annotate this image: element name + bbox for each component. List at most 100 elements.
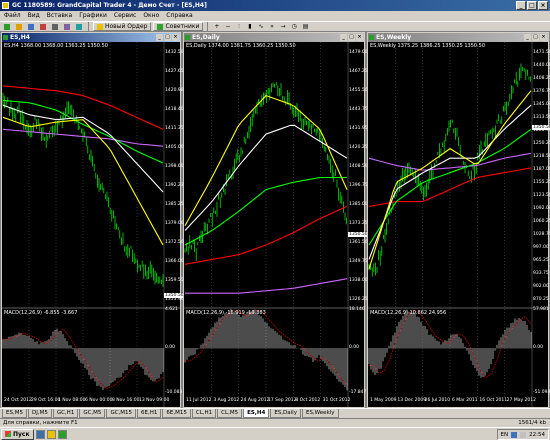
price-axis-label: 1405.00 <box>165 145 184 150</box>
price-axis-label: 1398.60 <box>165 164 184 169</box>
price-axis-label: 1338.00 <box>349 278 368 283</box>
price-chart[interactable] <box>2 42 180 407</box>
price-axis-label: 1123.50 <box>533 193 550 198</box>
chart-tab[interactable]: GC,M5 <box>79 409 106 418</box>
macd-axis-label: 18.146 <box>349 307 365 312</box>
zoom-in-icon[interactable]: + <box>212 22 221 31</box>
data-window-icon[interactable] <box>38 22 48 31</box>
chart-tab[interactable]: ES,Weekly <box>301 409 339 418</box>
macd-label: MACD(12,26,9) -16.919 -10.883 <box>186 310 266 316</box>
network-icon[interactable] <box>511 431 518 438</box>
macd-label: MACD(12,26,9) 10.862 24.956 <box>370 310 447 316</box>
time-axis-label: 24 Oct 2012 <box>4 398 32 403</box>
chart-minimize-button[interactable]: _ <box>340 34 347 41</box>
chart-close-button[interactable]: × <box>356 34 363 41</box>
toolbar-separator <box>207 22 209 31</box>
chart-tab[interactable]: GC,M15 <box>106 409 137 418</box>
current-price-label: 1350.50 <box>164 292 185 298</box>
menu-view[interactable]: Вид <box>28 11 40 21</box>
language-indicator[interactable]: EN <box>501 432 509 438</box>
chart-maximize-button[interactable]: □ <box>164 34 171 41</box>
new-chart-icon[interactable] <box>2 22 12 31</box>
macd-axis-label: 0.00 <box>533 345 544 351</box>
templates-icon[interactable]: ▤ <box>301 22 311 31</box>
navigator-icon[interactable] <box>50 22 60 31</box>
advisors-button[interactable]: Советники <box>153 22 204 31</box>
chart-tab[interactable]: CL,H1 <box>191 409 217 418</box>
chart-maximize-button[interactable]: □ <box>348 34 355 41</box>
price-axis-label: 1443.75 <box>349 107 368 112</box>
line-chart-icon[interactable]: ∿ <box>256 22 265 31</box>
menu-file[interactable]: Файл <box>4 11 21 21</box>
price-axis-label: 1359.55 <box>165 278 184 283</box>
chart-minimize-button[interactable]: _ <box>156 34 163 41</box>
chart-icon <box>369 35 374 40</box>
menu-help[interactable]: Справка <box>166 11 192 21</box>
price-axis-label: 1392.23 <box>165 183 184 188</box>
chart-window-titlebar[interactable]: ES,H4 _ □ × <box>2 33 180 42</box>
minimize-button[interactable]: _ <box>516 1 526 10</box>
system-tray: EN 22:54 <box>496 429 549 440</box>
chart-tab[interactable]: ES,H4 <box>243 409 270 418</box>
ie-icon[interactable] <box>35 429 45 439</box>
windows-logo-icon <box>5 431 11 437</box>
chart-tab[interactable]: ES,Daily <box>270 409 301 418</box>
price-axis-label: 965.25 <box>533 258 549 263</box>
chart-minimize-button[interactable]: _ <box>524 34 531 41</box>
chart-window-es-daily[interactable]: ES,Daily _ □ × ES,Daily 1374.00 1381.75 13… <box>183 32 369 408</box>
candle-chart-icon[interactable]: ▮ <box>245 22 254 31</box>
zoom-out-icon[interactable]: − <box>223 22 232 31</box>
menu-insert[interactable]: Вставка <box>47 11 72 21</box>
periods-icon[interactable]: ◷ <box>290 22 299 31</box>
menu-tools[interactable]: Сервис <box>114 11 136 21</box>
chart-tab[interactable]: 6E,M15 <box>162 409 191 418</box>
maximize-button[interactable]: □ <box>527 1 537 10</box>
chart-close-button[interactable]: × <box>540 34 547 41</box>
folder-icon[interactable] <box>46 429 56 439</box>
price-chart[interactable] <box>184 42 364 407</box>
menu-window[interactable]: Окно <box>143 11 159 21</box>
time-axis-label: 3 Aug 2012 <box>213 398 240 403</box>
chart-window-es-h4[interactable]: ES,H4 _ □ × ES,H4 1368.00 1368.00 1363.25 … <box>1 32 185 408</box>
price-axis-label: 1432.50 <box>165 50 184 55</box>
chart-tab[interactable]: CL,M5 <box>217 409 243 418</box>
chart-maximize-button[interactable]: □ <box>532 34 539 41</box>
chart-info-label: ES,Daily 1374.00 1381.75 1360.25 1350.50 <box>186 43 296 49</box>
chart-tab[interactable]: ES,M5 <box>2 409 27 418</box>
moving-average-line <box>184 94 348 226</box>
bar-chart-icon[interactable]: ⫶ <box>234 22 243 31</box>
price-axis-label: 1455.50 <box>349 88 368 93</box>
price-chart[interactable] <box>368 42 548 407</box>
chart-close-button[interactable]: × <box>172 34 179 41</box>
price-axis-label: 902.00 <box>533 284 549 289</box>
close-button[interactable]: × <box>538 1 548 10</box>
terminal-icon[interactable] <box>62 22 72 31</box>
start-button[interactable]: Пуск <box>1 428 34 440</box>
autoscroll-icon[interactable]: » <box>267 22 276 31</box>
chart-tab[interactable]: 6E,H1 <box>137 409 162 418</box>
current-price-label: 1350.50 <box>348 231 369 237</box>
macd-axis-label: -17.847 <box>349 390 367 395</box>
moving-average-line <box>368 104 532 260</box>
time-axis-label: 6 Nov 00:00 <box>85 398 113 403</box>
market-watch-icon[interactable] <box>26 22 36 31</box>
price-axis-label: 1420.25 <box>349 145 368 150</box>
price-axis-label: 1420.98 <box>165 88 184 93</box>
price-axis-label: 997.00 <box>533 245 549 250</box>
shift-icon[interactable]: → <box>278 22 287 31</box>
chart-window-titlebar[interactable]: ES,Weekly _ □ × <box>368 33 548 42</box>
tester-icon[interactable] <box>74 22 84 31</box>
profiles-icon[interactable] <box>14 22 24 31</box>
volume-icon[interactable] <box>520 431 527 438</box>
time-axis-label: 8 Nov 16:00 <box>112 398 140 403</box>
terminal-task-icon[interactable] <box>57 429 67 439</box>
chart-window-titlebar[interactable]: ES,Daily _ □ × <box>184 33 364 42</box>
menu-charts[interactable]: Графики <box>79 11 107 21</box>
chart-tab[interactable]: DJ,M5 <box>27 409 52 418</box>
time-axis-label: 31 Oct 2012 <box>322 398 351 403</box>
time-axis-label: 16 Oct 2011 <box>479 398 508 403</box>
new-order-button[interactable]: Новый Ордер <box>93 22 152 31</box>
status-help-text: Для справки, нажмите F1 <box>3 420 78 426</box>
chart-tab[interactable]: GC,H1 <box>52 409 79 418</box>
chart-window-es-weekly[interactable]: ES,Weekly _ □ × ES,Weekly 1375.25 1386.25 … <box>367 32 550 408</box>
